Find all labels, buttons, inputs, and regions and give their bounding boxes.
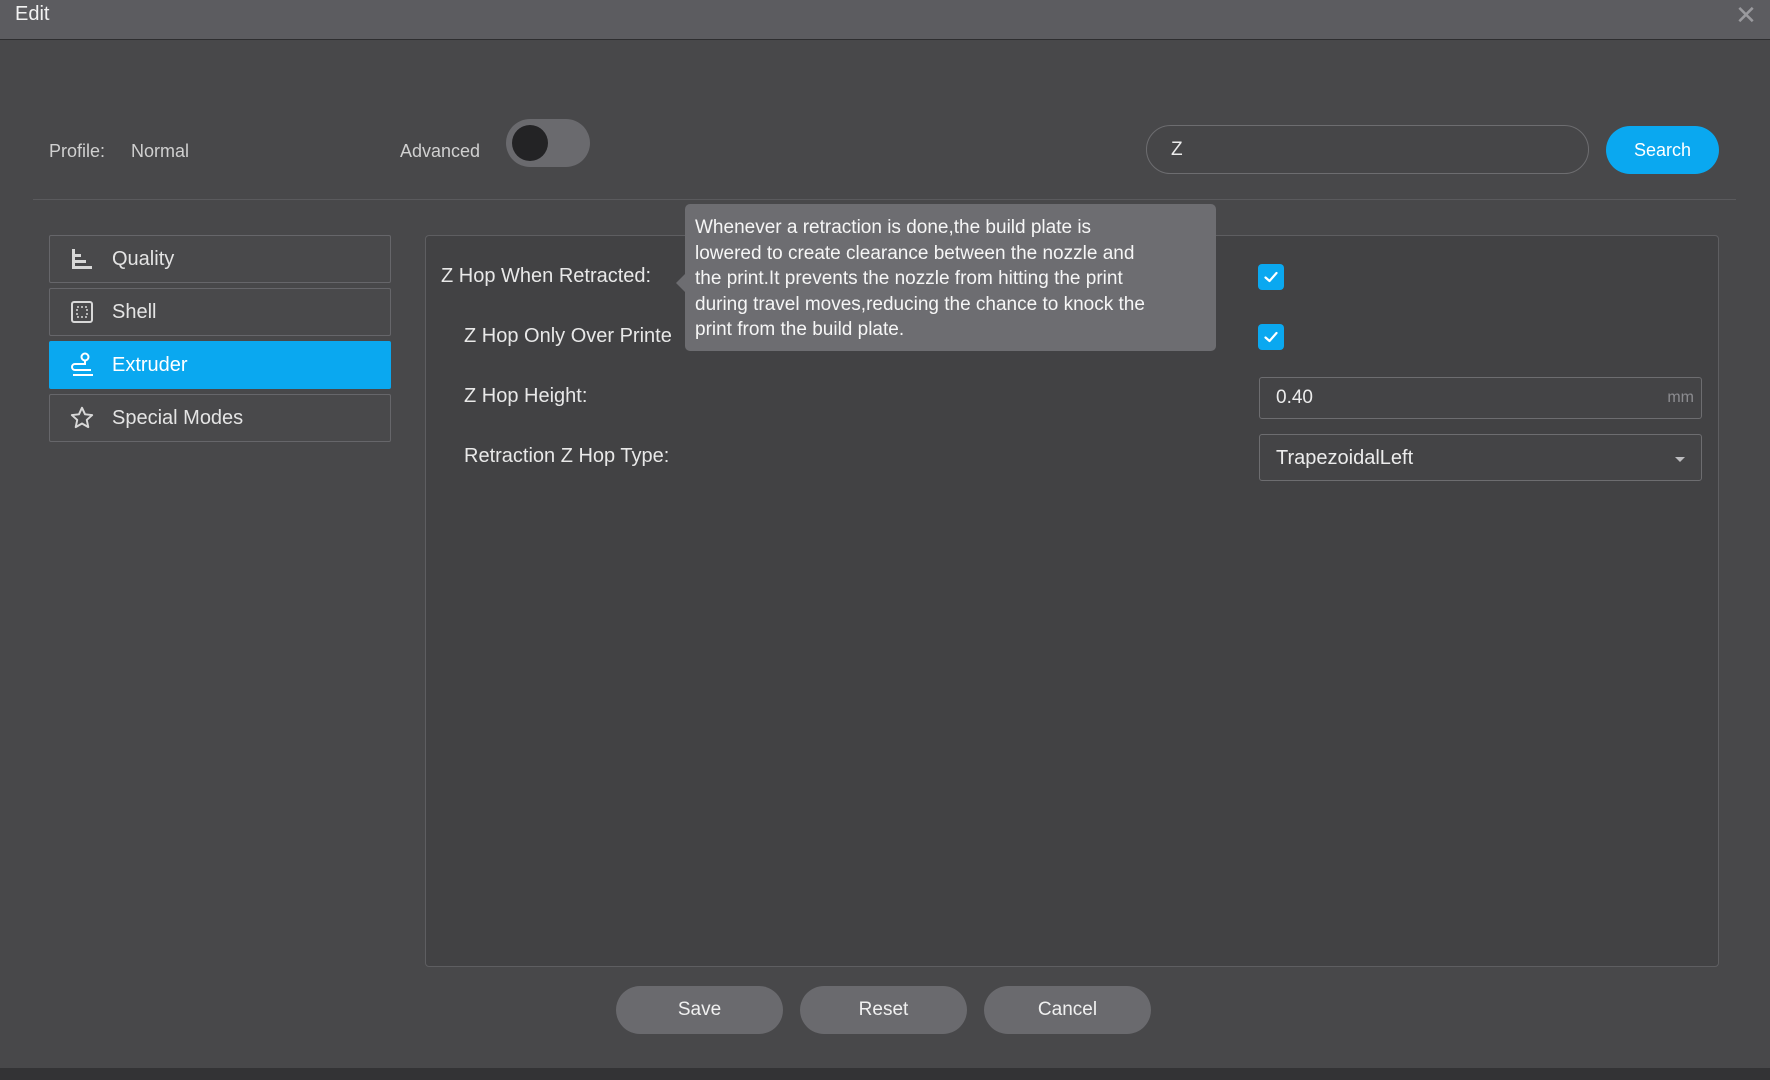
edit-dialog: Edit ✕ Profile: Normal Advanced Search Q…: [0, 0, 1770, 1080]
retraction-z-hop-type-label: Retraction Z Hop Type:: [464, 445, 670, 467]
sidebar-item-shell[interactable]: Shell: [49, 288, 391, 336]
retraction-z-hop-type-value: TrapezoidalLeft: [1276, 447, 1414, 469]
sidebar-item-label: Extruder: [112, 353, 188, 376]
z-hop-height-value: 0.40: [1276, 387, 1313, 408]
save-button[interactable]: Save: [616, 986, 783, 1034]
extruder-icon: [68, 351, 96, 379]
profile-label: Profile:: [49, 141, 106, 161]
z-hop-when-retracted-checkbox[interactable]: [1258, 264, 1284, 290]
z-hop-height-unit: mm: [1667, 389, 1694, 406]
profile-value: Normal: [131, 141, 190, 161]
sidebar-item-label: Special Modes: [112, 406, 244, 429]
star-icon: [68, 404, 96, 432]
setting-tooltip: Whenever a retraction is done,the build …: [676, 204, 1216, 351]
tooltip-line: Whenever a retraction is done,the build …: [695, 217, 1092, 238]
sidebar-item-quality[interactable]: Quality: [49, 235, 391, 283]
reset-button[interactable]: Reset: [800, 986, 967, 1034]
header-divider: [33, 199, 1736, 200]
tooltip-line: the print.It prevents the nozzle from hi…: [695, 268, 1123, 290]
tooltip-line: lowered to create clearance between the …: [695, 242, 1135, 264]
sidebar-item-label: Shell: [112, 300, 157, 323]
close-icon[interactable]: ✕: [1734, 2, 1758, 28]
advanced-label: Advanced: [400, 141, 481, 161]
sidebar-item-label: Quality: [112, 247, 175, 270]
retraction-z-hop-type-select[interactable]: TrapezoidalLeft: [1259, 434, 1702, 481]
title-bar: Edit ✕: [0, 0, 1770, 40]
shell-icon: [68, 298, 96, 326]
toggle-knob: [512, 125, 548, 161]
tooltip-arrow: [676, 274, 685, 292]
z-hop-only-over-printed-checkbox[interactable]: [1258, 324, 1284, 350]
z-hop-when-retracted-label: Z Hop When Retracted:: [441, 265, 652, 287]
chevron-down-icon: [1675, 457, 1685, 462]
check-icon: [1264, 331, 1278, 343]
search-input[interactable]: [1146, 125, 1589, 174]
tooltip-line: print from the build plate.: [695, 319, 905, 341]
tooltip-line: during travel moves,reducing the chance …: [695, 293, 1145, 315]
sidebar-item-extruder[interactable]: Extruder: [49, 341, 391, 389]
cancel-button[interactable]: Cancel: [984, 986, 1151, 1034]
advanced-toggle[interactable]: [506, 119, 590, 167]
check-icon: [1264, 271, 1278, 283]
z-hop-height-label: Z Hop Height:: [464, 385, 588, 407]
z-hop-only-over-printed-label: Z Hop Only Over Printe: [464, 325, 672, 347]
sidebar-item-special-modes[interactable]: Special Modes: [49, 394, 391, 442]
z-hop-height-input[interactable]: 0.40 mm: [1259, 377, 1702, 419]
category-sidebar: Quality Shell Extruder Special Modes: [49, 235, 391, 447]
search-button[interactable]: Search: [1606, 126, 1719, 174]
window-title: Edit: [15, 3, 50, 25]
quality-icon: [68, 245, 96, 273]
window-bottom-edge: [0, 1068, 1770, 1080]
